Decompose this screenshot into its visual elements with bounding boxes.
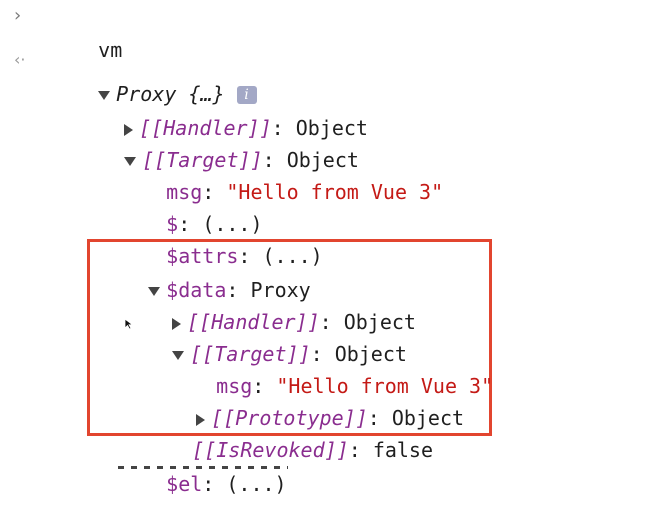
tree-row-msg[interactable]: msg: "Hello from Vue 3" <box>118 144 443 204</box>
tree-row-data-msg[interactable]: msg: "Hello from Vue 3" <box>168 338 493 398</box>
tree-row-data-prototype[interactable]: [[Prototype]]: Object <box>148 370 464 430</box>
tree-row-attrs[interactable]: $attrs: (...) <box>118 208 323 268</box>
tree-row-handler[interactable]: [[Handler]]: Object <box>76 80 368 140</box>
clipped-next-row <box>118 466 288 476</box>
return-value-icon: ‹· <box>14 50 26 69</box>
tree-row-data-handler[interactable]: [[Handler]]: Object <box>124 274 416 334</box>
input-prompt-icon: › <box>14 5 22 26</box>
separator: : <box>348 438 373 462</box>
tree-row-el[interactable]: $el: (...) <box>118 436 286 496</box>
console-input-line[interactable]: vm <box>50 2 122 62</box>
boolean-value: false <box>372 438 434 462</box>
mouse-cursor-icon <box>124 318 134 330</box>
tree-row-target[interactable]: [[Target]]: Object <box>76 112 359 172</box>
result-proxy-row[interactable]: Proxy {…} i <box>50 46 257 106</box>
tree-row-dollar[interactable]: $: (...) <box>118 176 262 236</box>
tree-row-data[interactable]: $data: Proxy <box>100 242 311 302</box>
tree-row-data-target[interactable]: [[Target]]: Object <box>124 306 407 366</box>
tree-row-data-revoked[interactable]: [[IsRevoked]]: false <box>144 402 433 462</box>
devtools-console: › vm ‹· Proxy {…} i [[Handler]]: Object [… <box>0 0 662 497</box>
